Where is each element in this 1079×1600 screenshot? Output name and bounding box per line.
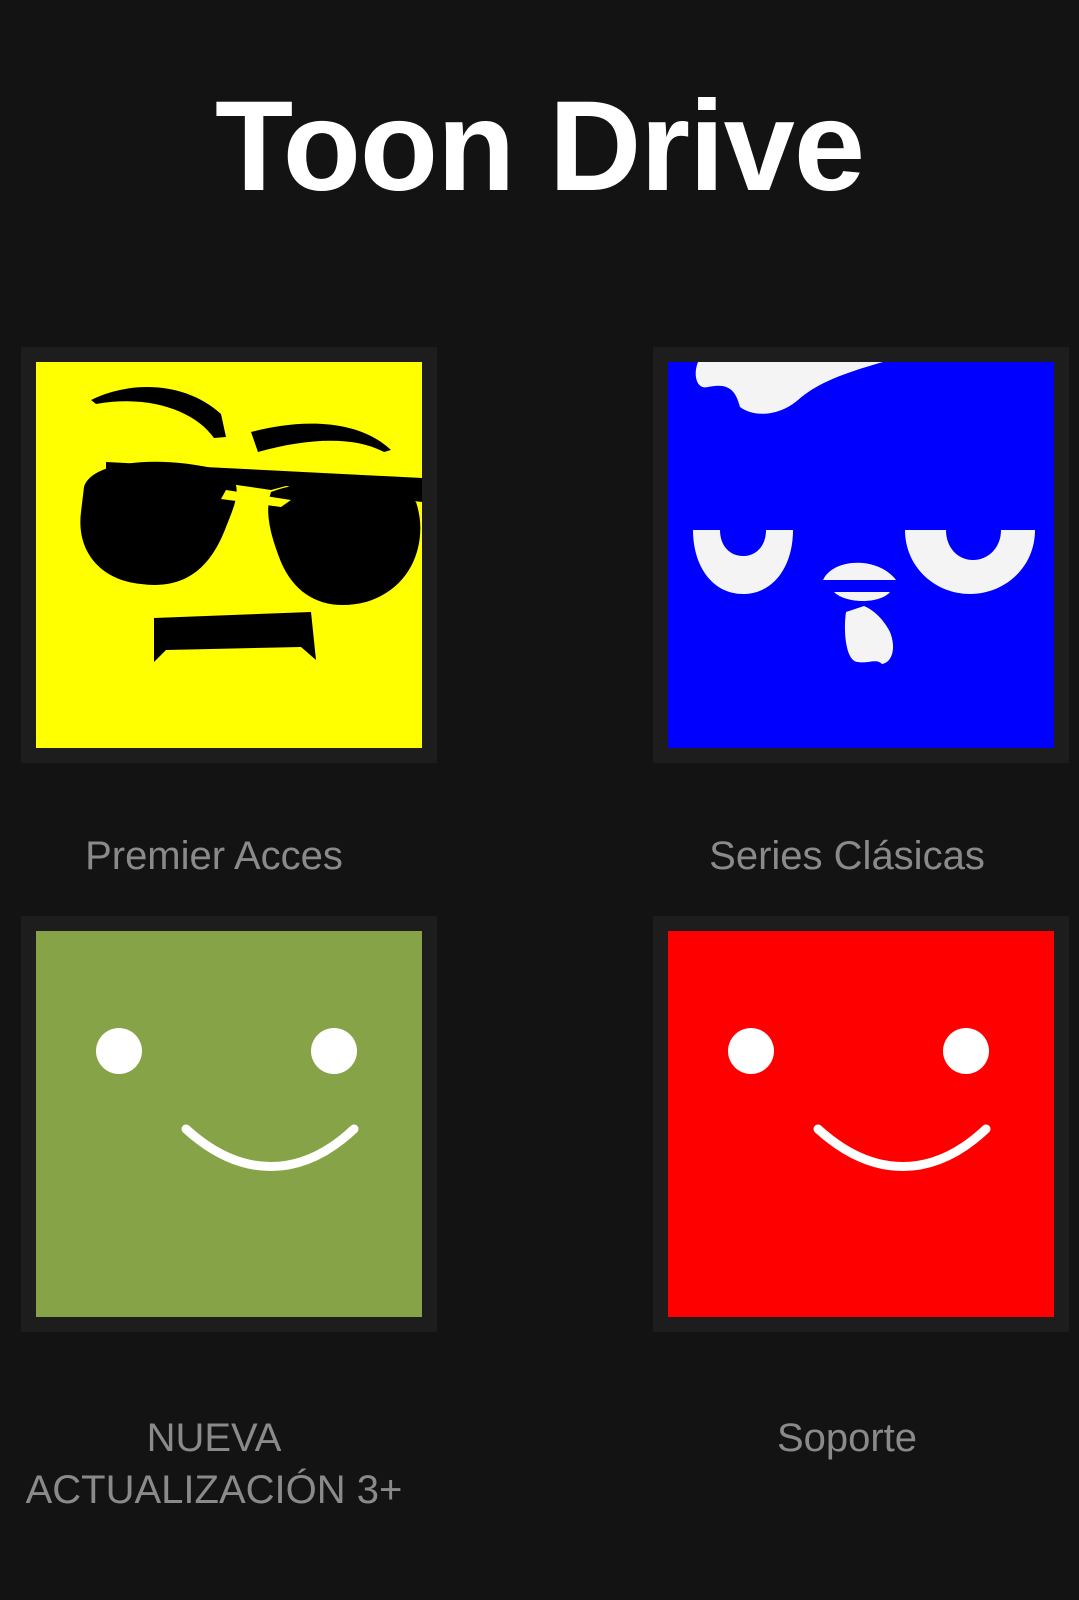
tile-label-nueva-actualizacion: NUEVA ACTUALIZACIÓN 3+ (25, 1416, 403, 1512)
smiley-face-icon (668, 931, 1054, 1317)
sleepy-bird-face-icon (668, 362, 1054, 748)
tile-nueva-actualizacion[interactable] (21, 916, 437, 1332)
tile-series-clasicas[interactable] (653, 347, 1069, 763)
smiley-face-icon (36, 931, 422, 1317)
tile-soporte[interactable] (653, 916, 1069, 1332)
tile-premier-acces[interactable] (21, 347, 437, 763)
tile-label-premier-acces: Premier Acces (85, 834, 343, 878)
tile-label-soporte: Soporte (776, 1416, 918, 1460)
app-title: Toon Drive (215, 75, 865, 218)
tile-label-series-clasicas: Series Clásicas (709, 834, 985, 878)
sunglasses-face-icon (36, 362, 422, 748)
